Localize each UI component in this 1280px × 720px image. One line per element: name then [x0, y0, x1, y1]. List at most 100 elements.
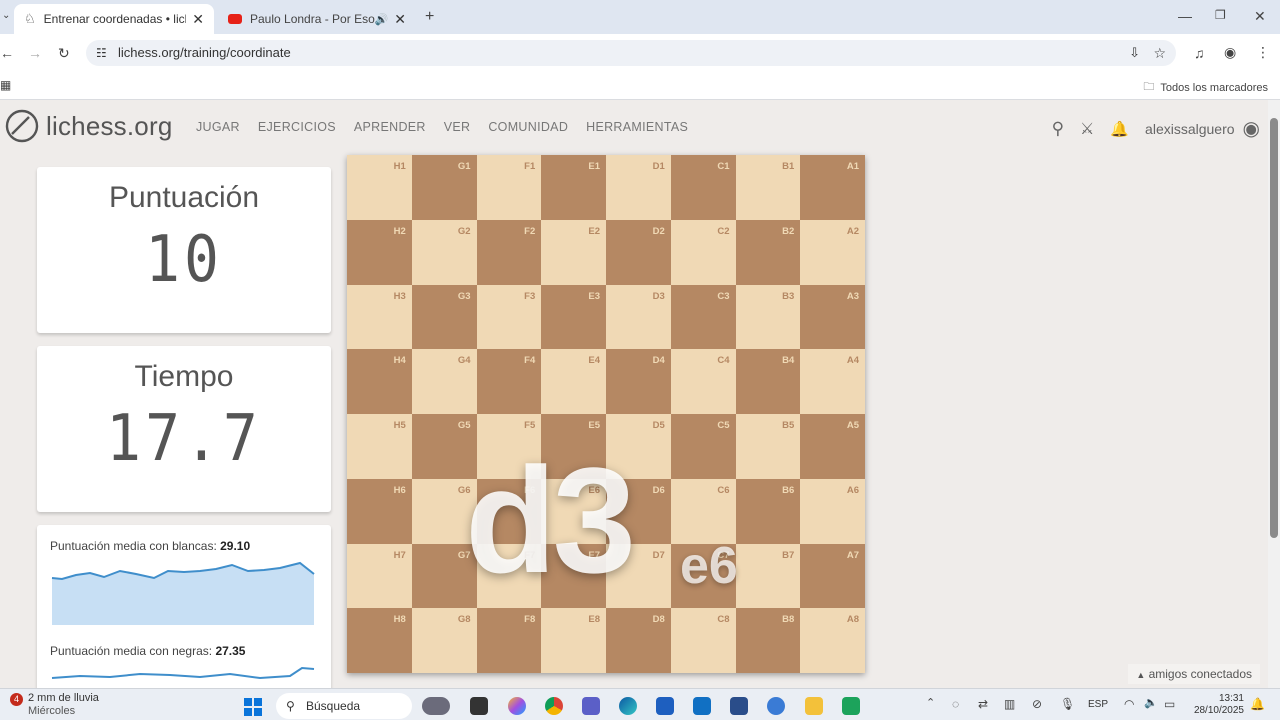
tab-list-chevron-icon[interactable]: ⌄: [2, 11, 10, 21]
nav-item-learn[interactable]: APRENDER: [354, 120, 426, 134]
file-explorer-icon[interactable]: [805, 697, 823, 715]
board-square[interactable]: B5: [735, 414, 801, 479]
board-square[interactable]: C8: [670, 608, 736, 673]
site-logo[interactable]: lichess.org: [4, 108, 172, 144]
board-square[interactable]: D1: [606, 155, 671, 220]
board-square[interactable]: B7: [735, 543, 801, 609]
copilot-icon[interactable]: [508, 697, 526, 715]
board-square[interactable]: H7: [347, 543, 412, 609]
board-square[interactable]: A4: [800, 349, 865, 414]
board-square[interactable]: D4: [606, 349, 671, 414]
nav-item-community[interactable]: COMUNIDAD: [488, 120, 568, 134]
all-bookmarks-button[interactable]: 🗀 Todos los marcadores: [1143, 78, 1268, 97]
tab-lichess[interactable]: ♘ Entrenar coordenadas • lichess.org ✕: [14, 4, 214, 34]
board-square[interactable]: B6: [735, 478, 801, 544]
board-square[interactable]: D2: [606, 219, 671, 285]
board-square[interactable]: E3: [541, 284, 606, 350]
windows-start-icon[interactable]: [244, 698, 262, 716]
board-square[interactable]: H3: [347, 284, 412, 350]
board-square[interactable]: D3: [606, 284, 671, 350]
minimize-icon[interactable]: —: [1178, 9, 1192, 23]
board-square[interactable]: F1: [476, 155, 542, 220]
address-bar[interactable]: ☷ lichess.org/training/coordinate ⇩ ☆: [86, 40, 1176, 66]
site-settings-icon[interactable]: ☷: [96, 40, 107, 66]
tab-youtube[interactable]: Paulo Londra - Por Eso Vine 🔊 ✕: [218, 4, 416, 34]
board-square[interactable]: E8: [541, 608, 606, 673]
page-scrollbar[interactable]: [1268, 100, 1280, 688]
board-square[interactable]: F8: [476, 608, 542, 673]
nav-item-tools[interactable]: HERRAMIENTAS: [586, 120, 688, 134]
board-square[interactable]: C6: [670, 478, 736, 544]
volume-icon[interactable]: 🔈: [1144, 698, 1158, 709]
board-square[interactable]: E2: [541, 219, 606, 285]
widgets-app-icon[interactable]: [422, 697, 450, 715]
board-square[interactable]: H8: [347, 608, 412, 673]
nav-item-play[interactable]: JUGAR: [196, 120, 240, 134]
board-square[interactable]: H2: [347, 219, 412, 285]
board-square[interactable]: F2: [476, 219, 542, 285]
board-square[interactable]: G4: [411, 349, 477, 414]
board-square[interactable]: H1: [347, 155, 412, 220]
tray-stats-icon[interactable]: ▥: [1004, 698, 1015, 710]
edge-icon[interactable]: [619, 697, 637, 715]
back-icon[interactable]: ←: [0, 46, 14, 60]
board-square[interactable]: G1: [411, 155, 477, 220]
board-square[interactable]: B2: [735, 219, 801, 285]
notifications-bell-icon[interactable]: 🔔: [1110, 120, 1129, 138]
weather-widget[interactable]: 4 2 mm de lluvia Miércoles: [8, 692, 99, 718]
taskbar-search[interactable]: ⚲ Búsqueda: [276, 693, 412, 719]
teams-icon[interactable]: [582, 697, 600, 715]
language-indicator[interactable]: ESP: [1088, 699, 1108, 710]
board-square[interactable]: H5: [347, 414, 412, 479]
bookmark-star-icon[interactable]: ☆: [1153, 40, 1166, 66]
board-square[interactable]: B4: [735, 349, 801, 414]
board-square[interactable]: C2: [670, 219, 736, 285]
board-square[interactable]: A2: [800, 219, 865, 285]
audio-playing-icon[interactable]: 🔊: [375, 13, 389, 26]
board-square[interactable]: D8: [606, 608, 671, 673]
microphone-icon[interactable]: 🎙: [1060, 698, 1075, 710]
tray-transfer-icon[interactable]: ⇄: [978, 698, 988, 710]
board-square[interactable]: A6: [800, 478, 865, 544]
android-app-icon[interactable]: [842, 697, 860, 715]
challenges-swords-icon[interactable]: ⚔: [1080, 119, 1094, 139]
board-square[interactable]: B8: [735, 608, 801, 673]
board-square[interactable]: C5: [670, 414, 736, 479]
notifications-icon[interactable]: 🔔: [1250, 698, 1265, 710]
wifi-icon[interactable]: ◠: [1124, 698, 1134, 710]
board-square[interactable]: B1: [735, 155, 801, 220]
board-square[interactable]: H6: [347, 478, 412, 544]
board-square[interactable]: F3: [476, 284, 542, 350]
board-square[interactable]: H4: [347, 349, 412, 414]
apps-grid-icon[interactable]: ▦: [0, 79, 11, 91]
board-square[interactable]: B3: [735, 284, 801, 350]
scrollbar-thumb[interactable]: [1270, 118, 1278, 538]
media-controls-icon[interactable]: ♫: [1194, 46, 1205, 60]
outlook-icon[interactable]: [767, 697, 785, 715]
store-icon[interactable]: [656, 697, 674, 715]
board-square[interactable]: G2: [411, 219, 477, 285]
user-menu[interactable]: alexissalguero ◉: [1145, 116, 1260, 141]
close-window-icon[interactable]: ✕: [1254, 9, 1266, 23]
close-tab-icon[interactable]: ✕: [394, 11, 406, 28]
mail-icon[interactable]: [693, 697, 711, 715]
friends-online-toggle[interactable]: ▲ amigos conectados: [1128, 664, 1260, 684]
profile-icon[interactable]: ◉: [1224, 45, 1236, 59]
board-square[interactable]: C4: [670, 349, 736, 414]
board-square[interactable]: A5: [800, 414, 865, 479]
task-view-icon[interactable]: [470, 697, 488, 715]
forward-icon[interactable]: →: [28, 46, 42, 60]
board-square[interactable]: C3: [670, 284, 736, 350]
tray-app-icon[interactable]: ◌: [952, 698, 959, 710]
close-tab-icon[interactable]: ✕: [192, 11, 204, 28]
board-square[interactable]: A1: [800, 155, 865, 220]
app-icon[interactable]: [730, 697, 748, 715]
board-square[interactable]: A8: [800, 608, 865, 673]
nav-item-watch[interactable]: VER: [444, 120, 471, 134]
maximize-icon[interactable]: ❐: [1215, 9, 1226, 21]
chrome-icon[interactable]: [545, 697, 563, 715]
battery-icon[interactable]: ▭: [1164, 698, 1175, 710]
board-square[interactable]: E4: [541, 349, 606, 414]
nav-item-puzzles[interactable]: EJERCICIOS: [258, 120, 336, 134]
board-square[interactable]: E1: [541, 155, 606, 220]
